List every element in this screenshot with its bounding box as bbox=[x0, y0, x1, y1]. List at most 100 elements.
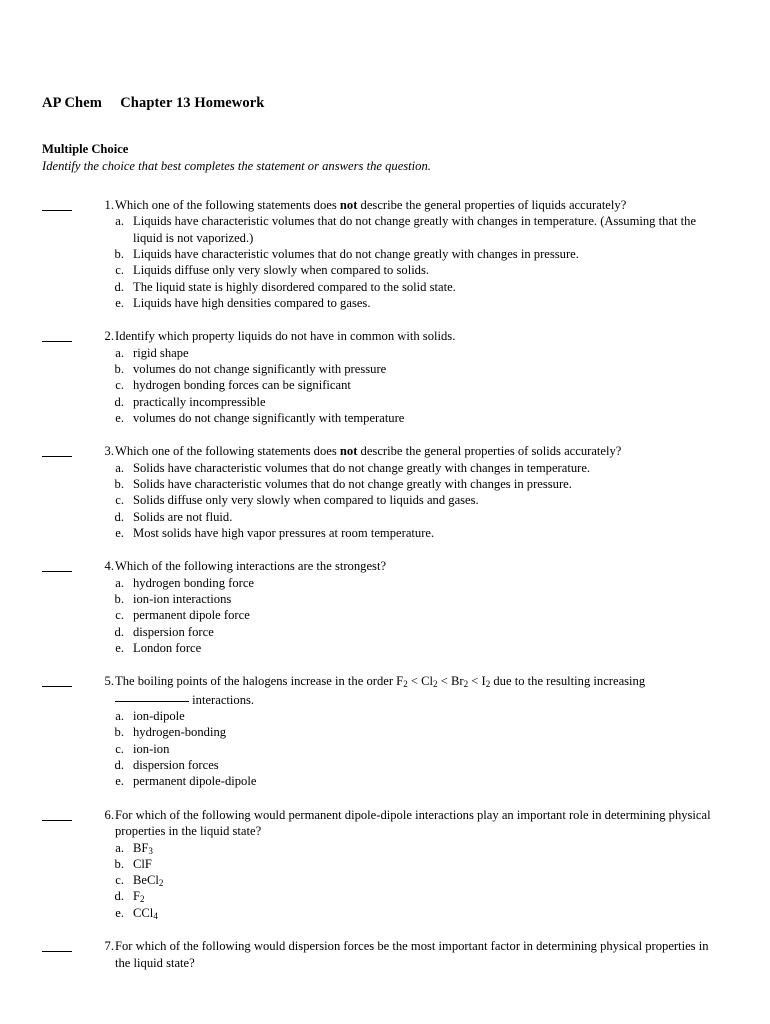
option-letter: b. bbox=[114, 476, 124, 491]
option-text: The liquid state is highly disordered co… bbox=[133, 279, 456, 294]
question-block: 1. Which one of the following statements … bbox=[42, 197, 720, 311]
answer-blank[interactable] bbox=[42, 209, 72, 211]
option-text: dispersion force bbox=[133, 624, 214, 639]
question-head: 7. For which of the following would dispe… bbox=[42, 938, 720, 971]
option-letter: b. bbox=[114, 246, 124, 261]
option-item[interactable]: c. hydrogen bonding forces can be signifi… bbox=[42, 377, 720, 393]
option-letter: a. bbox=[115, 345, 124, 360]
question-head: 6. For which of the following would perma… bbox=[42, 807, 720, 840]
option-item[interactable]: b. ClF bbox=[42, 856, 720, 872]
option-item[interactable]: b. Liquids have characteristic volumes th… bbox=[42, 246, 720, 262]
answer-blank[interactable] bbox=[42, 456, 72, 458]
question-block: 4. Which of the following interactions ar… bbox=[42, 558, 720, 656]
option-text: hydrogen bonding force bbox=[133, 575, 255, 590]
option-text: volumes do not change significantly with… bbox=[133, 410, 405, 425]
option-text: permanent dipole-dipole bbox=[133, 774, 257, 789]
emphasis-word: not bbox=[339, 444, 358, 459]
option-item[interactable]: c. Solids diffuse only very slowly when c… bbox=[42, 492, 720, 508]
option-letter: c. bbox=[115, 741, 124, 756]
option-list: a. Solids have characteristic volumes tha… bbox=[42, 460, 720, 541]
option-item[interactable]: b. hydrogen-bonding bbox=[42, 724, 720, 740]
option-text: F2 bbox=[133, 889, 145, 905]
option-item[interactable]: c. BeCl2 bbox=[42, 872, 720, 888]
option-item[interactable]: b. Solids have characteristic volumes tha… bbox=[42, 476, 720, 492]
answer-blank[interactable] bbox=[42, 571, 72, 573]
option-text: Liquids have high densities compared to … bbox=[133, 295, 371, 310]
page-title: AP Chem Chapter 13 Homework bbox=[42, 95, 265, 111]
option-text: CCl4 bbox=[133, 905, 158, 921]
answer-blank[interactable] bbox=[42, 951, 72, 953]
option-item[interactable]: e. Liquids have high densities compared t… bbox=[42, 295, 720, 311]
option-letter: c. bbox=[115, 608, 124, 623]
option-text: dispersion forces bbox=[133, 757, 219, 772]
option-letter: b. bbox=[114, 856, 124, 871]
answer-blank[interactable] bbox=[42, 341, 72, 343]
option-letter: a. bbox=[115, 575, 124, 590]
option-item[interactable]: d. The liquid state is highly disordered … bbox=[42, 279, 720, 295]
option-item[interactable]: c. ion-ion bbox=[42, 741, 720, 757]
option-item[interactable]: c. permanent dipole force bbox=[42, 607, 720, 623]
option-text: hydrogen-bonding bbox=[133, 725, 227, 740]
option-text: Liquids have characteristic volumes that… bbox=[133, 246, 579, 261]
option-item[interactable]: d. F2 bbox=[42, 888, 720, 904]
option-item[interactable]: e. permanent dipole-dipole bbox=[42, 773, 720, 789]
answer-blank[interactable] bbox=[42, 686, 72, 688]
option-item[interactable]: d. Solids are not fluid. bbox=[42, 509, 720, 525]
question-text: Which of the following interactions are … bbox=[115, 559, 387, 574]
option-item[interactable]: b. ion-ion interactions bbox=[42, 591, 720, 607]
question-head: 2. Identify which property liquids do not… bbox=[42, 328, 720, 345]
option-text: volumes do not change significantly with… bbox=[133, 361, 387, 376]
document-page: AP Chem Chapter 13 Homework Multiple Cho… bbox=[0, 0, 770, 1024]
question-head: 4. Which of the following interactions ar… bbox=[42, 558, 720, 575]
option-item[interactable]: a. Solids have characteristic volumes tha… bbox=[42, 460, 720, 476]
question-text: Which one of the following statements do… bbox=[115, 444, 622, 459]
question-block: 3. Which one of the following statements … bbox=[42, 443, 720, 541]
question-number: 1. bbox=[104, 197, 114, 212]
option-letter: e. bbox=[115, 410, 124, 425]
option-item[interactable]: d. dispersion forces bbox=[42, 757, 720, 773]
question-text: For which of the following would permane… bbox=[115, 807, 711, 839]
option-letter: e. bbox=[115, 905, 124, 920]
question-number: 7. bbox=[104, 939, 114, 954]
option-item[interactable]: e. London force bbox=[42, 640, 720, 656]
option-text: Liquids diffuse only very slowly when co… bbox=[133, 263, 430, 278]
option-item[interactable]: a. ion-dipole bbox=[42, 708, 720, 724]
question-number: 3. bbox=[104, 444, 114, 459]
option-item[interactable]: e. CCl4 bbox=[42, 905, 720, 921]
questions-list: 1. Which one of the following statements … bbox=[42, 197, 720, 971]
option-item[interactable]: a. BF3 bbox=[42, 840, 720, 856]
option-text: Liquids have characteristic volumes that… bbox=[133, 214, 697, 245]
option-item[interactable]: e. Most solids have high vapor pressures … bbox=[42, 525, 720, 541]
option-item[interactable]: a. rigid shape bbox=[42, 345, 720, 361]
option-item[interactable]: d. practically incompressible bbox=[42, 394, 720, 410]
option-letter: d. bbox=[114, 509, 124, 524]
option-text: BF3 bbox=[133, 840, 153, 856]
option-text: ion-dipole bbox=[133, 709, 185, 724]
option-letter: d. bbox=[114, 889, 124, 904]
option-letter: d. bbox=[114, 757, 124, 772]
question-head: 3. Which one of the following statements … bbox=[42, 443, 720, 460]
option-text: ClF bbox=[133, 856, 152, 871]
option-item[interactable]: b. volumes do not change significantly wi… bbox=[42, 361, 720, 377]
question-block: 6. For which of the following would perma… bbox=[42, 807, 720, 921]
option-item[interactable]: e. volumes do not change significantly wi… bbox=[42, 410, 720, 426]
option-item[interactable]: a. Liquids have characteristic volumes th… bbox=[42, 213, 720, 246]
option-letter: e. bbox=[115, 774, 124, 789]
option-item[interactable]: a. hydrogen bonding force bbox=[42, 575, 720, 591]
option-item[interactable]: c. Liquids diffuse only very slowly when … bbox=[42, 262, 720, 278]
option-letter: e. bbox=[115, 295, 124, 310]
question-text: Which one of the following statements do… bbox=[115, 197, 627, 212]
option-text: ion-ion bbox=[133, 741, 170, 756]
option-item[interactable]: d. dispersion force bbox=[42, 624, 720, 640]
option-text: Most solids have high vapor pressures at… bbox=[133, 525, 435, 540]
option-letter: c. bbox=[115, 378, 124, 393]
option-text: Solids are not fluid. bbox=[133, 509, 233, 524]
option-text: rigid shape bbox=[133, 345, 189, 360]
section-instruction: Identify the choice that best completes … bbox=[42, 159, 431, 174]
question-number: 2. bbox=[104, 329, 114, 344]
option-letter: b. bbox=[114, 591, 124, 606]
option-text: Solids diffuse only very slowly when com… bbox=[133, 493, 479, 508]
answer-blank[interactable] bbox=[42, 819, 72, 821]
option-letter: a. bbox=[115, 460, 124, 475]
option-letter: e. bbox=[115, 525, 124, 540]
